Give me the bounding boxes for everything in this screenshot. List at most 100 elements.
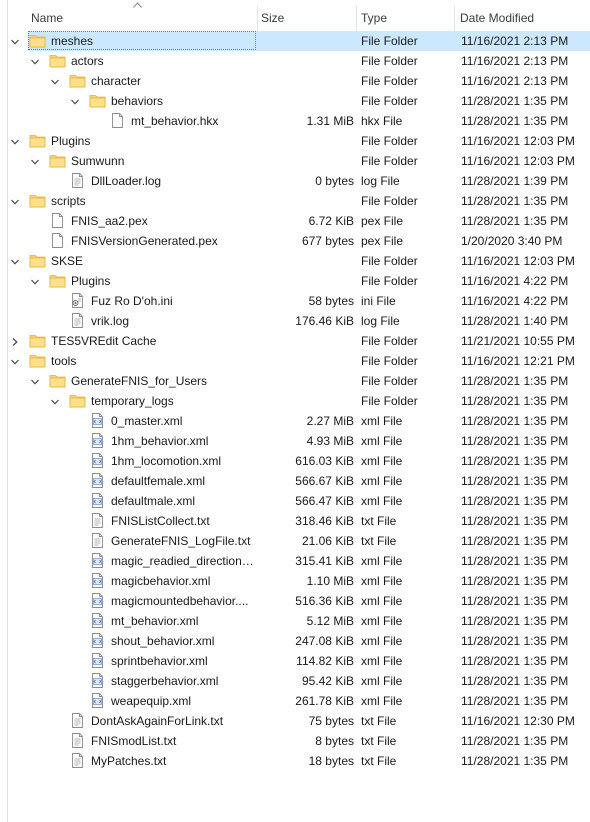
tree-file-row[interactable]: shout_behavior.xml 247.08 KiB xml File 11/2… — [0, 631, 590, 651]
item-type: txt File — [361, 714, 397, 728]
tree-file-row[interactable]: 1hm_locomotion.xml 616.03 KiB xml File 11/2… — [0, 451, 590, 471]
tree-file-row[interactable]: weapequip.xml 261.78 KiB xml File 11/28/202… — [0, 691, 590, 711]
item-name: behaviors — [111, 94, 164, 108]
chevron-down-icon[interactable] — [30, 156, 40, 166]
item-type: File Folder — [361, 94, 418, 108]
tree-file-row[interactable]: FNIS_aa2.pex 6.72 KiB pex File 11/28/2021 1… — [0, 211, 590, 231]
tree-file-row[interactable]: MyPatches.txt 18 bytes txt File 11/28/2021 … — [0, 751, 590, 771]
item-name: vrik.log — [91, 314, 130, 328]
chevron-down-icon[interactable] — [70, 96, 80, 106]
tree-file-row[interactable]: DllLoader.log 0 bytes log File 11/28/2021 1… — [0, 171, 590, 191]
tree-folder-row[interactable]: TES5VREdit Cache File Folder 11/21/2021 10… — [0, 331, 590, 351]
item-size: 318.46 KiB — [295, 514, 354, 528]
chevron-down-icon[interactable] — [30, 376, 40, 386]
chevron-down-icon[interactable] — [10, 256, 20, 266]
tree-file-row[interactable]: sprintbehavior.xml 114.82 KiB xml File 11/2… — [0, 651, 590, 671]
item-type: File Folder — [361, 354, 418, 368]
tree-folder-row[interactable]: temporary_logs File Folder 11/28/2021 1:35… — [0, 391, 590, 411]
tree-file-row[interactable]: vrik.log 176.46 KiB log File 11/28/2021 1:4… — [0, 311, 590, 331]
item-type: xml File — [361, 474, 403, 488]
item-type: xml File — [361, 694, 403, 708]
item-name: magic_readied_direction… — [111, 554, 254, 568]
item-type: File Folder — [361, 254, 418, 268]
item-type: xml File — [361, 434, 403, 448]
chevron-down-icon[interactable] — [30, 56, 40, 66]
item-type: xml File — [361, 634, 403, 648]
tree-file-row[interactable]: DontAskAgainForLink.txt 75 bytes txt File 1… — [0, 711, 590, 731]
tree-file-row[interactable]: FNISmodList.txt 8 bytes txt File 11/28/2021… — [0, 731, 590, 751]
item-date-modified: 11/28/2021 1:35 PM — [461, 474, 569, 488]
folder-icon — [29, 32, 46, 49]
chevron-down-icon[interactable] — [30, 276, 40, 286]
tree-folder-row[interactable]: Plugins File Folder 11/16/2021 12:03 PM — [0, 131, 590, 151]
column-divider[interactable] — [454, 6, 455, 31]
tree-file-row[interactable]: mt_behavior.xml 5.12 MiB xml File 11/28/202… — [0, 611, 590, 631]
tree-file-row[interactable]: magicbehavior.xml 1.10 MiB xml File 11/28/2… — [0, 571, 590, 591]
item-size: 261.78 KiB — [295, 694, 354, 708]
item-date-modified: 11/16/2021 4:22 PM — [461, 294, 569, 308]
tree-file-row[interactable]: staggerbehavior.xml 95.42 KiB xml File 11/2… — [0, 671, 590, 691]
item-type: xml File — [361, 654, 403, 668]
chevron-down-icon[interactable] — [50, 76, 60, 86]
item-type: xml File — [361, 594, 403, 608]
tree-file-row[interactable]: FNISVersionGenerated.pex 677 bytes pex Fil… — [0, 231, 590, 251]
item-date-modified: 11/16/2021 2:13 PM — [461, 74, 569, 88]
tree-file-row[interactable]: magic_readied_direction… 315.41 KiB xml Fi… — [0, 551, 590, 571]
column-header-type[interactable]: Type — [361, 0, 387, 31]
column-header-date-modified[interactable]: Date Modified — [460, 0, 534, 31]
item-type: log File — [361, 174, 400, 188]
chevron-down-icon[interactable] — [50, 396, 60, 406]
folder-icon — [29, 352, 46, 369]
text-file-icon — [69, 712, 86, 729]
tree-file-row[interactable]: mt_behavior.hkx 1.31 MiB hkx File 11/28/202… — [0, 111, 590, 131]
tree-folder-row[interactable]: behaviors File Folder 11/28/2021 1:35 PM — [0, 91, 590, 111]
item-name: shout_behavior.xml — [111, 634, 215, 648]
item-size: 5.12 MiB — [306, 614, 354, 628]
item-date-modified: 11/28/2021 1:35 PM — [461, 674, 569, 688]
folder-icon — [49, 372, 66, 389]
tree-folder-row[interactable]: actors File Folder 11/16/2021 2:13 PM — [0, 51, 590, 71]
chevron-down-icon[interactable] — [10, 36, 20, 46]
item-name: Plugins — [71, 274, 111, 288]
item-name: meshes — [51, 34, 94, 48]
chevron-down-icon[interactable] — [10, 356, 20, 366]
item-name: FNIS_aa2.pex — [71, 214, 148, 228]
column-divider[interactable] — [257, 6, 258, 31]
tree-file-row[interactable]: defaultmale.xml 566.47 KiB xml File 11/28/2… — [0, 491, 590, 511]
tree-file-row[interactable]: GenerateFNIS_LogFile.txt 21.06 KiB txt Fil… — [0, 531, 590, 551]
chevron-right-icon[interactable] — [10, 336, 20, 346]
tree-file-row[interactable]: 1hm_behavior.xml 4.93 MiB xml File 11/28/20… — [0, 431, 590, 451]
chevron-down-icon[interactable] — [10, 136, 20, 146]
tree-file-row[interactable]: 0_master.xml 2.27 MiB xml File 11/28/2021 1… — [0, 411, 590, 431]
item-date-modified: 11/28/2021 1:35 PM — [461, 214, 569, 228]
tree-folder-row[interactable]: Sumwunn File Folder 11/16/2021 12:03 PM — [0, 151, 590, 171]
item-date-modified: 11/28/2021 1:39 PM — [461, 174, 569, 188]
item-date-modified: 11/28/2021 1:35 PM — [461, 434, 569, 448]
tree-file-row[interactable]: Fuz Ro D'oh.ini 58 bytes ini File 11/16/202… — [0, 291, 590, 311]
tree-folder-row[interactable]: tools File Folder 11/16/2021 12:21 PM — [0, 351, 590, 371]
tree-file-row[interactable]: FNISListCollect.txt 318.46 KiB txt File 11/… — [0, 511, 590, 531]
item-type: txt File — [361, 754, 397, 768]
tree-file-row[interactable]: magicmountedbehavior.... 516.36 KiB xml Fi… — [0, 591, 590, 611]
tree-folder-row[interactable]: character File Folder 11/16/2021 2:13 PM — [0, 71, 590, 91]
folder-icon — [29, 132, 46, 149]
item-date-modified: 11/28/2021 1:35 PM — [461, 514, 569, 528]
tree-folder-row[interactable]: SKSE File Folder 11/16/2021 12:03 PM — [0, 251, 590, 271]
tree-folder-row[interactable]: GenerateFNIS_for_Users File Folder 11/28/2… — [0, 371, 590, 391]
column-header-size[interactable]: Size — [261, 0, 284, 31]
file-tree-list: meshes File Folder 11/16/2021 2:13 PM actor… — [0, 31, 590, 771]
item-date-modified: 11/28/2021 1:35 PM — [461, 734, 569, 748]
column-divider[interactable] — [356, 6, 357, 31]
item-type: hkx File — [361, 114, 403, 128]
folder-icon — [49, 152, 66, 169]
item-name: magicbehavior.xml — [111, 574, 211, 588]
tree-folder-row[interactable]: scripts File Folder 11/28/2021 1:35 PM — [0, 191, 590, 211]
text-file-icon — [89, 532, 106, 549]
tree-folder-row[interactable]: meshes File Folder 11/16/2021 2:13 PM — [0, 31, 590, 51]
column-header-name[interactable]: Name — [31, 0, 63, 31]
tree-file-row[interactable]: defaultfemale.xml 566.67 KiB xml File 11/28… — [0, 471, 590, 491]
tree-folder-row[interactable]: Plugins File Folder 11/16/2021 4:22 PM — [0, 271, 590, 291]
item-name: SKSE — [51, 254, 84, 268]
chevron-down-icon[interactable] — [10, 196, 20, 206]
xml-file-icon — [89, 652, 106, 669]
